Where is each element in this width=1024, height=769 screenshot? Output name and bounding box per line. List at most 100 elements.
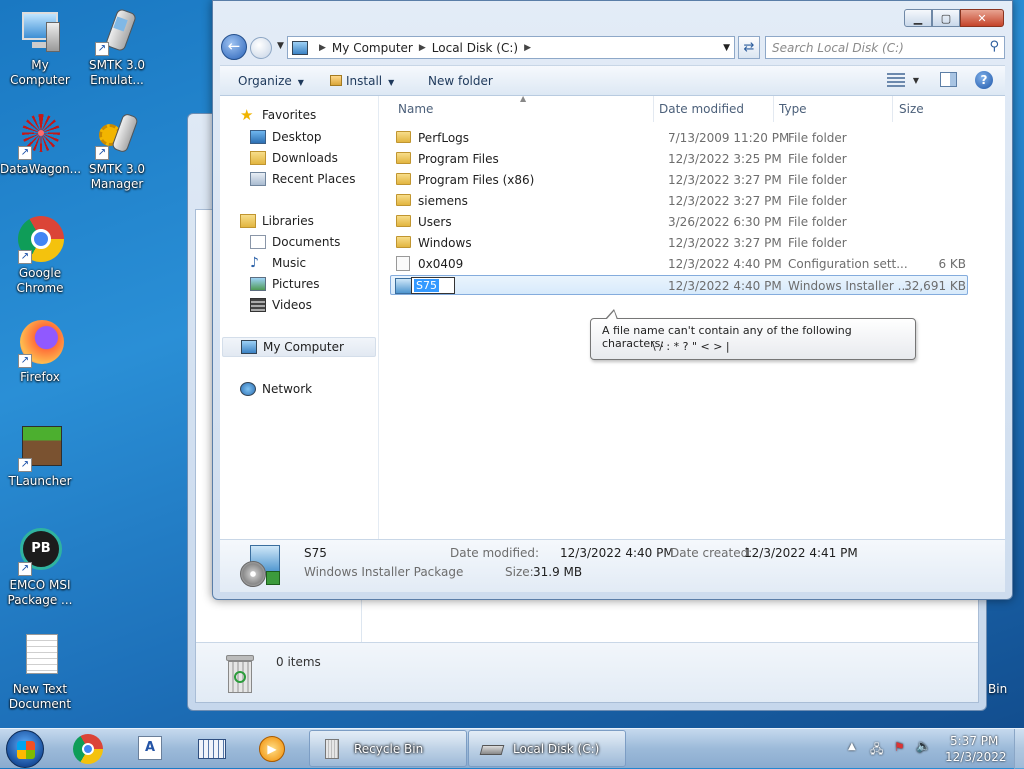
taskbar-task-recycle-bin[interactable]: Recycle Bin [309,730,467,767]
folder-icon [396,173,411,185]
folder-icon [396,152,411,164]
details-file-name: S75 [304,546,327,560]
nav-music[interactable]: ♪ Music [250,256,306,270]
column-header-date-modified[interactable]: Date modified [659,102,744,116]
desktop-icon-smtk-manager[interactable]: ↗ SMTK 3.0 Manager [77,112,157,192]
table-row[interactable]: Windows 12/3/2022 3:27 PM File folder [390,233,968,253]
column-separator[interactable] [773,96,774,122]
nav-libraries[interactable]: Libraries [240,214,314,228]
show-hidden-icons-icon[interactable]: ▲ [848,741,856,752]
address-dropdown-icon[interactable]: ▼ [723,43,730,53]
nav-pictures[interactable]: Pictures [250,277,320,291]
desktop-icon-chrome[interactable]: ↗ Google Chrome [0,216,80,296]
column-header-type[interactable]: Type [779,102,807,116]
file-size: 6 KB [938,257,966,271]
nav-favorites[interactable]: ★ Favorites [240,108,316,123]
address-bar[interactable]: ▶ My Computer ▶ Local Disk (C:) ▶ ▼ [287,36,735,59]
column-separator[interactable] [653,96,654,122]
table-row-selected[interactable]: S75 12/3/2022 4:40 PM Windows Installer … [390,275,968,295]
config-settings-icon [396,256,410,271]
nav-desktop[interactable]: Desktop [250,130,322,144]
column-header-name[interactable]: Name [398,102,433,116]
search-icon[interactable]: ⚲ [989,39,999,54]
nav-network[interactable]: Network [240,382,312,396]
clock-time[interactable]: 5:37 PM [950,734,998,748]
network-status-icon[interactable]: 🖧 [870,740,883,761]
details-date-modified: 12/3/2022 4:40 PM [560,546,674,560]
desktop-icon-recycle-bin-label[interactable]: Bin [988,682,1007,696]
breadcrumb-separator-icon[interactable]: ▶ [419,43,426,53]
action-center-flag-icon[interactable]: ⚑ [894,740,905,754]
nav-recent-places[interactable]: Recent Places [250,172,355,186]
taskbar-pin-chrome[interactable] [62,733,114,765]
taskbar-pin-on-screen-keyboard[interactable] [186,733,238,765]
file-type: Configuration sett... [788,257,908,271]
file-list: ▲ Name Date modified Type Size PerfLogs … [380,94,1005,539]
table-row[interactable]: Program Files 12/3/2022 3:25 PM File fol… [390,149,968,169]
media-player-icon: ▶ [259,736,285,762]
tooltip-tail-fill [606,311,617,320]
column-header-size[interactable]: Size [899,102,924,116]
start-button[interactable] [6,730,44,768]
desktop-icon-label: TLauncher [8,474,72,488]
help-icon[interactable]: ? [975,71,993,89]
desktop-icon-tlauncher[interactable]: ↗ TLauncher [0,424,80,489]
breadcrumb-local-disk[interactable]: Local Disk (C:) [432,41,518,55]
desktop-icon-emco-msi[interactable]: PB ↗ EMCO MSI Package ... [0,528,80,608]
table-row[interactable]: siemens 12/3/2022 3:27 PM File folder [390,191,968,211]
maximize-button[interactable]: ▢ [932,9,960,27]
explorer-window[interactable]: ▁ ▢ ✕ ← ▼ ▶ My Computer ▶ Local Disk (C:… [212,0,1013,600]
file-type: File folder [788,236,847,250]
desktop-icon-my-computer[interactable]: My Computer [0,8,80,88]
file-date: 12/3/2022 4:40 PM [668,279,782,293]
details-date-created-label: Date created: [670,546,753,560]
table-row[interactable]: PerfLogs 7/13/2009 11:20 PM File folder [390,128,968,148]
windows-installer-large-icon [240,545,284,587]
forward-button[interactable] [250,37,272,59]
table-row[interactable]: Program Files (x86) 12/3/2022 3:27 PM Fi… [390,170,968,190]
recycle-bin-icon [320,739,344,759]
volume-icon[interactable]: 🔈 [916,739,931,753]
desktop-icon-datawagon[interactable]: ↗ DataWagon... [0,112,81,177]
new-folder-button[interactable]: New folder [428,74,493,88]
file-date: 12/3/2022 3:27 PM [668,194,782,208]
clock-date[interactable]: 12/3/2022 [945,750,1007,764]
nav-videos[interactable]: Videos [250,298,312,312]
file-size: 32,691 KB [904,279,966,293]
pictures-icon [250,277,266,291]
table-row[interactable]: Users 3/26/2022 6:30 PM File folder [390,212,968,232]
breadcrumb-separator-icon: ▶ [319,42,326,53]
videos-filmstrip-icon [250,298,266,312]
install-button[interactable]: Install ▼ [330,74,394,88]
nav-my-computer[interactable]: My Computer [222,337,376,357]
column-separator[interactable] [892,96,893,122]
minimize-button[interactable]: ▁ [904,9,932,27]
organize-button[interactable]: Organize ▼ [238,74,304,88]
taskbar-pin-media-player[interactable]: ▶ [246,733,298,765]
chevron-down-icon[interactable]: ▼ [913,76,919,85]
nav-downloads[interactable]: Downloads [250,151,338,165]
nav-libraries-label: Libraries [262,214,314,228]
taskbar-task-local-disk[interactable]: Local Disk (C:) [468,730,626,767]
breadcrumb-separator-icon[interactable]: ▶ [524,43,531,53]
details-size-label: Size: [505,565,534,579]
refresh-button[interactable]: ⇄ [738,36,760,59]
file-date: 7/13/2009 11:20 PM [668,131,790,145]
preview-pane-icon[interactable] [940,72,957,87]
desktop-icon-smtk-emulator[interactable]: ↗ SMTK 3.0 Emulat... [77,7,157,88]
back-button[interactable]: ← [221,34,247,60]
rename-input[interactable]: S75 [411,277,455,294]
close-button[interactable]: ✕ [960,9,1004,27]
taskbar-pin-wordpad[interactable]: A [124,733,176,765]
desktop-icon-firefox[interactable]: ↗ Firefox [0,320,80,385]
details-date-modified-label: Date modified: [450,546,540,560]
taskbar: A ▶ Recycle Bin Local Disk (C:) ▲ 🖧 ⚑ 🔈 … [0,728,1024,769]
table-row[interactable]: 0x0409 12/3/2022 4:40 PM Configuration s… [390,254,968,274]
desktop-icon-new-text-document[interactable]: New Text Document [0,632,80,712]
recent-pages-dropdown[interactable]: ▼ [277,41,284,51]
breadcrumb-my-computer[interactable]: My Computer [332,41,413,55]
show-desktop-button[interactable] [1014,729,1024,769]
view-options-icon[interactable] [887,73,905,87]
search-input[interactable]: Search Local Disk (C:) ⚲ [765,36,1005,59]
nav-documents[interactable]: Documents [250,235,340,249]
